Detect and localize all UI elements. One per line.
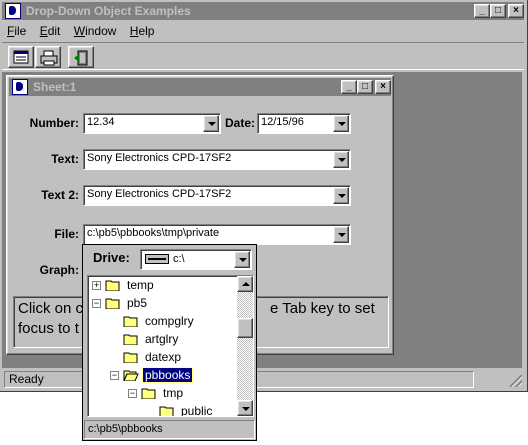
scroll-up-icon[interactable] — [237, 276, 253, 292]
file-label: File: — [54, 227, 79, 241]
print-toolbar-button[interactable] — [35, 46, 61, 68]
app-title: Drop-Down Object Examples — [26, 4, 191, 18]
date-label: Date: — [224, 116, 255, 130]
tree-item-label: tmp — [163, 386, 184, 400]
open-folder-icon — [123, 370, 139, 381]
drive-dropdown-arrow-icon[interactable] — [234, 251, 250, 268]
text2-dropdown[interactable]: Sony Electronics CPD-17SF2 — [83, 185, 351, 206]
tree-item-label: artglry — [145, 332, 179, 346]
exit-door-icon — [74, 50, 88, 66]
folder-icon — [141, 388, 156, 399]
collapse-icon[interactable]: − — [110, 371, 119, 380]
tree-item[interactable]: artglry — [110, 331, 233, 349]
menu-window[interactable]: Window — [69, 22, 122, 40]
text-value: Sony Electronics CPD-17SF2 — [87, 152, 232, 164]
resize-grip-icon[interactable] — [510, 375, 522, 387]
scroll-thumb[interactable] — [237, 318, 253, 338]
text2-label: Text 2: — [41, 188, 79, 202]
tree-item-label: temp — [127, 278, 154, 292]
folder-tree[interactable]: + temp − pb5 compglry artglry datexp − pbbooks − t… — [87, 275, 254, 417]
help-line2-left: focus to t — [18, 320, 79, 337]
file-value: c:\pb5\pbbooks\tmp\private — [87, 227, 220, 239]
text-label: Text: — [51, 152, 79, 166]
expand-icon[interactable]: + — [92, 281, 101, 290]
file-dropdown-arrow-icon[interactable] — [333, 226, 349, 243]
hard-drive-icon — [145, 254, 169, 264]
folder-icon — [123, 316, 138, 327]
tree-item-label: compglry — [145, 314, 194, 328]
menu-edit[interactable]: Edit — [35, 22, 66, 40]
date-dropdown-arrow-icon[interactable] — [333, 115, 349, 132]
exit-toolbar-button[interactable] — [68, 46, 94, 68]
number-value: 12.34 — [87, 116, 115, 128]
collapse-icon[interactable]: − — [128, 389, 137, 398]
tree-item-label: datexp — [145, 350, 182, 364]
sheet-minimize-button[interactable]: _ — [341, 80, 357, 94]
close-button[interactable]: × — [508, 4, 524, 18]
folder-icon — [123, 352, 138, 363]
selected-path: c:\pb5\pbbooks — [84, 420, 255, 439]
sheet-title-bar[interactable]: Sheet:1 _ □ × — [9, 78, 391, 96]
tree-item[interactable]: public — [146, 403, 233, 417]
folder-icon — [105, 298, 120, 309]
sheet-toolbar-button[interactable] — [8, 46, 34, 68]
help-line1-right: e Tab key to set — [270, 300, 375, 317]
text-dropdown[interactable]: Sony Electronics CPD-17SF2 — [83, 149, 351, 170]
main-title-bar[interactable]: Drop-Down Object Examples _ □ × — [2, 2, 524, 20]
date-value: 12/15/96 — [261, 116, 304, 128]
file-dropdown[interactable]: c:\pb5\pbbooks\tmp\private — [83, 224, 351, 245]
tree-scrollbar[interactable] — [237, 276, 253, 416]
tree-item[interactable]: + temp — [92, 277, 233, 295]
number-dropdown[interactable]: 12.34 — [83, 113, 221, 134]
text2-value: Sony Electronics CPD-17SF2 — [87, 188, 232, 200]
collapse-icon[interactable]: − — [92, 299, 101, 308]
tree-item[interactable]: − tmp — [128, 385, 233, 403]
tree-item[interactable]: − pb5 — [92, 295, 233, 313]
drive-value: c:\ — [173, 253, 185, 265]
number-label: Number: — [29, 116, 79, 130]
text2-dropdown-arrow-icon[interactable] — [333, 187, 349, 204]
menu-file[interactable]: File — [2, 22, 31, 40]
sheet-maximize-button[interactable]: □ — [357, 80, 373, 94]
minimize-button[interactable]: _ — [474, 4, 490, 18]
maximize-button[interactable]: □ — [490, 4, 506, 18]
menu-help[interactable]: Help — [125, 22, 160, 40]
status-bar: Ready — [2, 371, 524, 389]
file-dropdown-popup: Drive: c:\ + temp − pb5 compglry artglry datex… — [82, 244, 257, 441]
graph-label: Graph: — [39, 263, 79, 277]
menu-bar: File Edit Window Help — [2, 22, 159, 40]
drive-label: Drive: — [93, 250, 130, 265]
folder-icon — [159, 406, 174, 416]
number-dropdown-arrow-icon[interactable] — [203, 115, 219, 132]
sheet-window-icon[interactable] — [12, 79, 28, 95]
sheet-close-button[interactable]: × — [375, 80, 391, 94]
text-dropdown-arrow-icon[interactable] — [333, 151, 349, 168]
scroll-down-icon[interactable] — [237, 400, 253, 416]
sheet-icon — [13, 50, 29, 64]
folder-icon — [123, 334, 138, 345]
tree-item-label: pb5 — [127, 296, 148, 310]
app-icon[interactable] — [5, 3, 21, 19]
tree-item-label: public — [181, 404, 213, 417]
tree-item[interactable]: − pbbooks — [110, 367, 233, 385]
date-dropdown[interactable]: 12/15/96 — [257, 113, 351, 134]
tree-item-label: pbbooks — [141, 367, 194, 383]
tree-item[interactable]: compglry — [110, 313, 233, 331]
tree-item[interactable]: datexp — [110, 349, 233, 367]
help-line1-left: Click on c — [18, 300, 84, 317]
sheet-title: Sheet:1 — [33, 80, 77, 94]
toolbar — [2, 42, 524, 70]
printer-icon — [40, 50, 58, 66]
folder-icon — [105, 280, 120, 291]
drive-dropdown[interactable]: c:\ — [140, 249, 252, 270]
